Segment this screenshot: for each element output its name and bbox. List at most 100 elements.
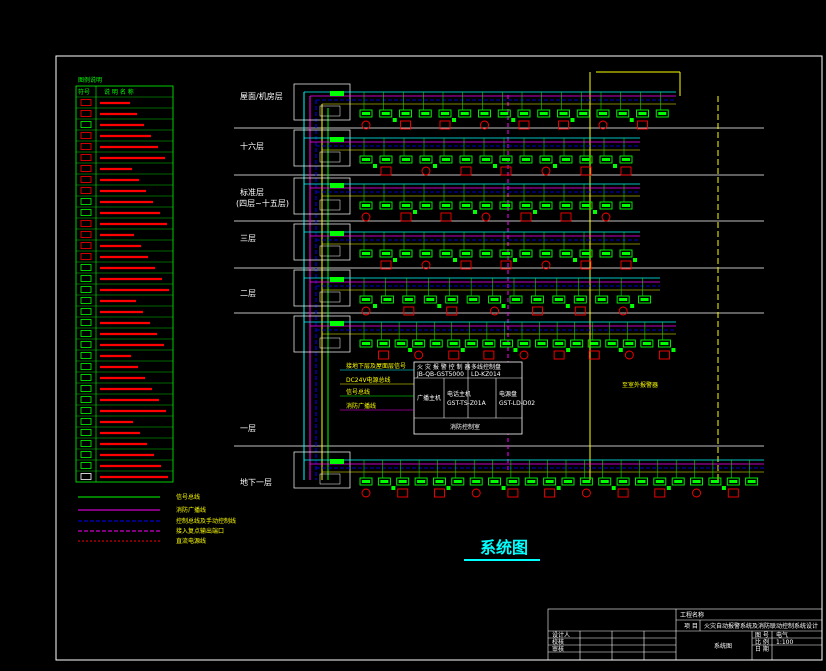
legend-symbol-icon: [80, 440, 92, 447]
system-diagram-title: 系统图: [480, 538, 528, 557]
module-fill-icon: [379, 342, 388, 345]
detector-icon: [481, 212, 491, 222]
legend-symbol-icon: [80, 308, 92, 315]
indicator-icon: [501, 304, 506, 308]
indicator-icon: [408, 348, 413, 352]
tb-design: 设计人: [552, 631, 570, 639]
floor-row: [304, 459, 764, 498]
legend-header-name: 说 明 名 称: [104, 88, 134, 96]
indicator-icon: [721, 486, 726, 490]
module-fill-icon: [414, 342, 423, 345]
module-fill-icon: [542, 252, 550, 255]
bus-terminal-icon: [330, 321, 344, 326]
detector-icon: [421, 166, 431, 176]
detector-icon: [624, 350, 634, 360]
indicator-icon: [533, 210, 537, 214]
indicator-icon: [671, 348, 676, 352]
module-fill-icon: [362, 252, 370, 255]
panel-alarm-controller: 火 灾 报 警 控 制 器: [417, 363, 470, 371]
module-fill-icon: [421, 112, 430, 115]
indicator-icon: [630, 304, 635, 308]
module-fill-icon: [362, 204, 370, 207]
module-fill-icon: [520, 342, 528, 345]
alarm-device-icon: [574, 306, 586, 316]
indicator-icon: [392, 118, 397, 122]
panel-multiline-model: LD-KZ014: [471, 371, 501, 378]
panel-broadcast-host: 广播主机: [417, 394, 441, 402]
bus-label-2: 信号总线: [346, 388, 370, 396]
junction-module-icon: [319, 151, 341, 163]
alarm-device-icon: [617, 488, 629, 498]
module-fill-icon: [362, 112, 370, 115]
legend-symbol-icon: [80, 154, 92, 161]
indicator-icon: [613, 164, 617, 168]
module-fill-icon: [467, 342, 476, 345]
module-fill-icon: [640, 298, 649, 301]
indicator-icon: [437, 304, 442, 308]
panel-phone-host: 电话主机: [447, 390, 471, 398]
module-fill-icon: [362, 342, 370, 345]
indicator-icon: [513, 348, 518, 352]
module-fill-icon: [622, 252, 630, 255]
indicator-icon: [473, 210, 477, 214]
alarm-device-icon: [560, 212, 572, 222]
junction-module-icon: [319, 199, 341, 211]
bus-terminal-icon: [330, 459, 344, 464]
module-fill-icon: [382, 252, 390, 255]
module-fill-icon: [597, 298, 606, 301]
indicator-icon: [453, 258, 457, 262]
module-fill-icon: [462, 158, 470, 161]
tb-no: 图 号: [755, 632, 769, 639]
module-fill-icon: [469, 298, 478, 301]
legend-symbol-icon: [80, 429, 92, 436]
module-fill-icon: [542, 204, 550, 207]
module-fill-icon: [382, 204, 390, 207]
indicator-icon: [611, 486, 616, 490]
indicator-icon: [553, 164, 557, 168]
legend-symbol-icon: [80, 220, 92, 227]
floor-label-16: 十六层: [240, 141, 264, 151]
legend-symbol-icon: [80, 407, 92, 414]
indicator-icon: [593, 210, 597, 214]
module-fill-icon: [729, 480, 738, 483]
module-fill-icon: [382, 158, 390, 161]
module-fill-icon: [402, 158, 410, 161]
module-fill-icon: [599, 112, 607, 115]
legend-header-symbol: 符号: [78, 88, 90, 96]
module-fill-icon: [502, 158, 510, 161]
tb-check: 校核: [552, 638, 564, 646]
indicator-icon: [573, 258, 577, 262]
module-fill-icon: [710, 480, 719, 483]
module-fill-icon: [380, 480, 389, 483]
outdoor-alarm-note: 至室外报警器: [622, 381, 658, 389]
module-fill-icon: [441, 112, 449, 115]
tb-date: 日 期: [755, 645, 769, 653]
alarm-device-icon: [483, 350, 495, 360]
alarm-device-icon: [440, 212, 452, 222]
module-fill-icon: [381, 112, 390, 115]
junction-module-icon: [319, 245, 341, 257]
alarm-device-icon: [400, 212, 412, 222]
indicator-icon: [391, 486, 396, 490]
alarm-device-icon: [380, 166, 392, 176]
alarm-device-icon: [520, 212, 532, 222]
tb-no-value: 电气: [776, 631, 788, 639]
detector-icon: [471, 488, 481, 498]
alarm-device-icon: [544, 488, 556, 498]
alarm-device-icon: [446, 306, 458, 316]
line-legend-2: 控制总线及手动控制线: [176, 517, 236, 525]
module-fill-icon: [533, 298, 542, 301]
tb-scale-value: 1:100: [776, 639, 793, 646]
module-fill-icon: [462, 204, 470, 207]
legend-symbol-icon: [80, 363, 92, 370]
tb-project: 工程名称: [680, 611, 704, 619]
indicator-icon: [373, 164, 377, 168]
module-fill-icon: [618, 112, 627, 115]
module-fill-icon: [619, 480, 628, 483]
module-fill-icon: [622, 204, 630, 207]
tb-drawing-name: 系统图: [714, 642, 732, 650]
indicator-icon: [393, 258, 397, 262]
module-fill-icon: [660, 342, 669, 345]
panel-power: 电源盘: [499, 390, 517, 398]
tb-item: 项 目: [684, 623, 698, 630]
